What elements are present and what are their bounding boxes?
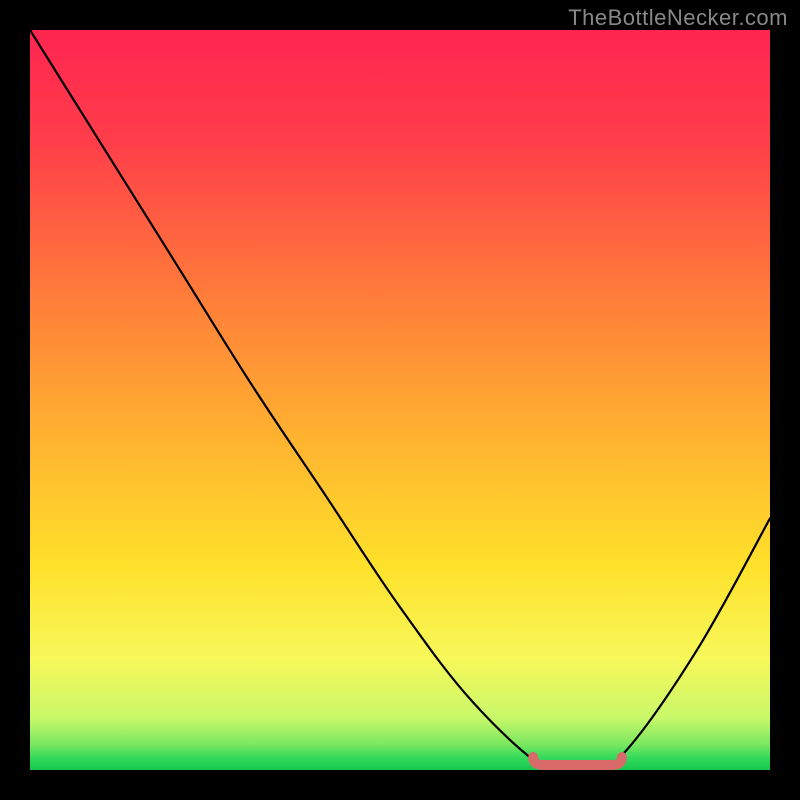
- gradient-background: [30, 30, 770, 770]
- chart-frame: TheBottleNecker.com: [0, 0, 800, 800]
- watermark-text: TheBottleNecker.com: [568, 5, 788, 31]
- bottleneck-chart: [0, 0, 800, 800]
